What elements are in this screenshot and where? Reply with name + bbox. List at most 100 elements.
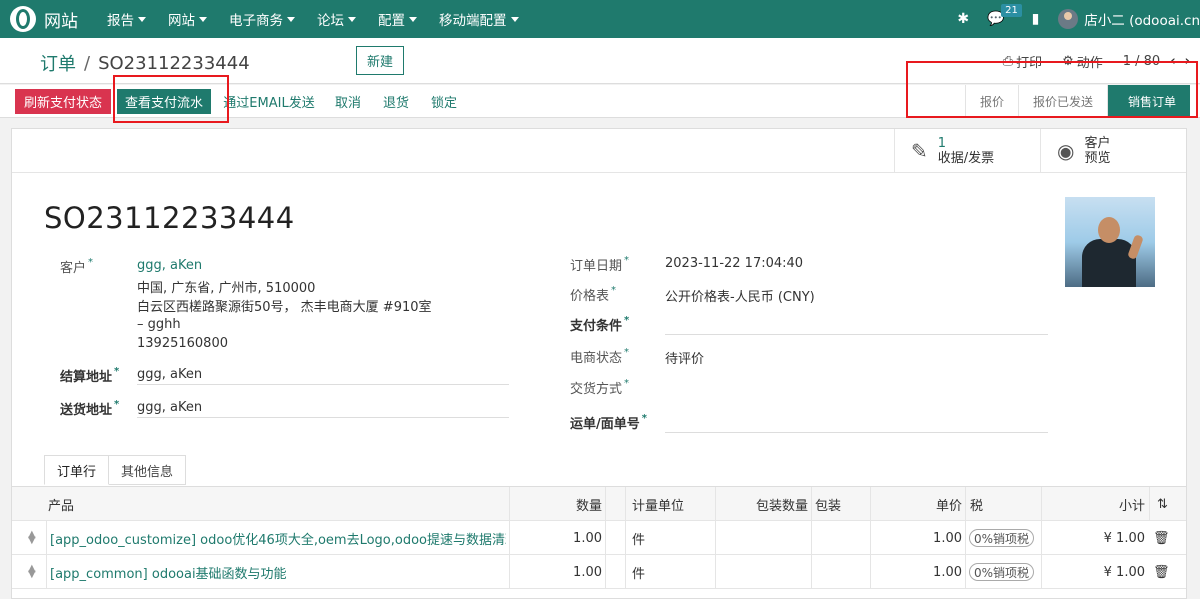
menu-forum[interactable]: 论坛 bbox=[317, 9, 356, 29]
caret-down-icon bbox=[510, 16, 519, 22]
col-header-quantity[interactable]: 数量 bbox=[510, 487, 602, 521]
user-name[interactable]: 店小二 (odooai.cn bbox=[1084, 9, 1200, 29]
col-header-package[interactable]: 包装 bbox=[815, 487, 869, 521]
uom-cell[interactable]: 件 bbox=[632, 555, 712, 589]
stage-quotation[interactable]: 报价 bbox=[964, 85, 1018, 118]
print-menu[interactable]: ⎙ 打印 bbox=[1003, 52, 1042, 71]
bug-icon[interactable]: ✱ bbox=[957, 11, 969, 27]
uom-cell[interactable]: 件 bbox=[632, 521, 712, 555]
breadcrumb-orders-link[interactable]: 订单 bbox=[40, 50, 76, 76]
form-sheet: ✎ 1 收据/发票 ◉ 客户 预览 SO23112233444 客户 * ggg,… bbox=[11, 128, 1187, 599]
payment-terms-label: 支付条件 * bbox=[570, 315, 630, 334]
tax-tag: 0%销项税 bbox=[969, 529, 1035, 547]
menu-website[interactable]: 网站 bbox=[168, 9, 207, 29]
trash-icon[interactable]: 🗑 bbox=[1153, 521, 1173, 555]
pricelist-field[interactable]: 公开价格表-人民币 (CNY) bbox=[665, 286, 815, 305]
pager-value[interactable]: 1 / 80 bbox=[1123, 54, 1160, 69]
customer-address-line: 中国, 广东省, 广州市, 510000 bbox=[137, 281, 316, 296]
menu-mobile-config[interactable]: 移动端配置 bbox=[439, 9, 519, 29]
notebook-tabs: 订单行 其他信息 bbox=[44, 455, 187, 485]
send-by-email-button[interactable]: 通过EMAIL发送 bbox=[222, 89, 316, 114]
customer-preview-button[interactable]: ◉ 客户 预览 bbox=[1040, 129, 1186, 173]
preview-label-line1: 客户 bbox=[1084, 136, 1111, 151]
lock-button[interactable]: 锁定 bbox=[424, 89, 464, 114]
caret-down-icon bbox=[199, 16, 207, 22]
customer-address-line: – gghh bbox=[137, 317, 181, 332]
return-button[interactable]: 退货 bbox=[376, 89, 416, 114]
menu-ecommerce[interactable]: 电子商务 bbox=[229, 9, 295, 29]
invoice-address-label: 结算地址 * bbox=[60, 366, 120, 385]
caret-down-icon bbox=[287, 16, 295, 22]
tax-cell[interactable]: 0%销项税 bbox=[969, 555, 1039, 589]
breadcrumb-separator: / bbox=[84, 52, 91, 74]
tax-cell[interactable]: 0%销项税 bbox=[969, 521, 1039, 555]
col-header-subtotal[interactable]: 小计 bbox=[1042, 487, 1145, 521]
invoice-label: 收据/发票 bbox=[937, 151, 995, 166]
menu-configuration[interactable]: 配置 bbox=[378, 9, 417, 29]
refresh-payment-status-button[interactable]: 刷新支付状态 bbox=[15, 89, 111, 114]
tab-other-info[interactable]: 其他信息 bbox=[109, 455, 187, 485]
table-row[interactable]: ▲ ▼ [app_common] odooai基础函数与功能 1.00 件 1.0… bbox=[12, 555, 1186, 589]
cancel-button[interactable]: 取消 bbox=[328, 89, 368, 114]
col-header-uom[interactable]: 计量单位 bbox=[632, 487, 716, 521]
control-panel: 订单 / SO23112233444 新建 ⎙ 打印 ⚙ 动作 1 / 80 ‹ › bbox=[0, 38, 1200, 84]
customer-name-link[interactable]: ggg, aKen bbox=[137, 258, 202, 273]
breadcrumb-current: SO23112233444 bbox=[98, 52, 250, 74]
tab-order-lines[interactable]: 订单行 bbox=[44, 455, 110, 485]
caret-down-icon bbox=[409, 16, 417, 22]
new-button[interactable]: 新建 bbox=[356, 46, 404, 75]
unit-price-cell[interactable]: 1.00 bbox=[870, 521, 962, 555]
print-icon: ⎙ bbox=[1002, 54, 1014, 69]
invoice-address-field[interactable]: ggg, aKen bbox=[137, 367, 202, 382]
drag-handle-icon[interactable]: ▲ ▼ bbox=[28, 555, 42, 589]
stage-quotation-sent[interactable]: 报价已发送 bbox=[1017, 85, 1107, 118]
product-cell[interactable]: [app_odoo_customize] odoo优化46项大全,oem去Log… bbox=[50, 521, 506, 555]
action-menu[interactable]: ⚙ 动作 bbox=[1062, 52, 1103, 71]
app-name[interactable]: 网站 bbox=[44, 7, 78, 32]
menu-reports[interactable]: 报告 bbox=[107, 9, 146, 29]
status-bar: 刷新支付状态 查看支付流水 通过EMAIL发送 取消 退货 锁定 报价 报价已发… bbox=[0, 85, 1200, 118]
col-header-tax[interactable]: 税 bbox=[970, 487, 1030, 521]
invoices-smart-button[interactable]: ✎ 1 收据/发票 bbox=[894, 129, 1040, 173]
tax-tag: 0%销项税 bbox=[969, 563, 1035, 581]
column-settings-icon[interactable]: ⇅ bbox=[1157, 487, 1177, 521]
delivery-address-field[interactable]: ggg, aKen bbox=[137, 400, 202, 415]
ecommerce-status-value: 待评价 bbox=[665, 352, 705, 367]
trash-icon[interactable]: 🗑 bbox=[1153, 555, 1173, 589]
customer-label: 客户 * bbox=[60, 257, 94, 276]
chat-icon[interactable]: 💬 21 bbox=[987, 4, 1022, 27]
payment-terms-field[interactable] bbox=[665, 334, 1048, 335]
waybill-field[interactable] bbox=[665, 432, 1048, 433]
quantity-cell[interactable]: 1.00 bbox=[510, 521, 602, 555]
col-header-unit-price[interactable]: 单价 bbox=[870, 487, 962, 521]
field-underline bbox=[137, 417, 509, 418]
chat-badge: 21 bbox=[1001, 4, 1022, 17]
pager-prev-icon[interactable]: ‹ bbox=[1170, 54, 1175, 69]
order-date-label: 订单日期 * bbox=[570, 255, 630, 274]
view-payment-flow-button[interactable]: 查看支付流水 bbox=[117, 89, 211, 114]
book-icon[interactable]: ▮ bbox=[1032, 11, 1040, 27]
customer-address-line: 白云区西槎路聚源街50号， 杰丰电商大厦 #910室 bbox=[137, 300, 432, 315]
field-underline bbox=[137, 384, 509, 385]
order-lines-table: 产品 数量 计量单位 包装数量 包装 单价 税 小计 ⇅ ▲ ▼ [app_odo… bbox=[12, 486, 1186, 589]
stage-sales-order[interactable]: 销售订单 bbox=[1106, 85, 1190, 118]
product-cell[interactable]: [app_common] odooai基础函数与功能 bbox=[50, 555, 506, 589]
unit-price-cell[interactable]: 1.00 bbox=[870, 555, 962, 589]
table-header-row: 产品 数量 计量单位 包装数量 包装 单价 税 小计 ⇅ bbox=[12, 487, 1186, 521]
order-date-field[interactable]: 2023-11-22 17:04:40 bbox=[665, 256, 803, 271]
globe-icon: ◉ bbox=[1057, 139, 1075, 163]
odoo-logo-icon[interactable] bbox=[10, 6, 36, 32]
table-row[interactable]: ▲ ▼ [app_odoo_customize] odoo优化46项大全,oem去… bbox=[12, 521, 1186, 555]
stage-pipeline: 报价 报价已发送 销售订单 bbox=[964, 85, 1190, 118]
preview-label-line2: 预览 bbox=[1084, 151, 1111, 166]
ecommerce-status-label: 电商状态 * bbox=[570, 347, 630, 366]
col-header-product[interactable]: 产品 bbox=[48, 487, 498, 521]
breadcrumb: 订单 / SO23112233444 bbox=[40, 50, 250, 76]
col-header-package-qty[interactable]: 包装数量 bbox=[716, 487, 808, 521]
drag-handle-icon[interactable]: ▲ ▼ bbox=[28, 521, 42, 555]
caret-down-icon bbox=[348, 16, 356, 22]
user-avatar[interactable] bbox=[1058, 9, 1079, 29]
delivery-address-label: 送货地址 * bbox=[60, 399, 120, 418]
pager-next-icon[interactable]: › bbox=[1185, 54, 1190, 69]
quantity-cell[interactable]: 1.00 bbox=[510, 555, 602, 589]
